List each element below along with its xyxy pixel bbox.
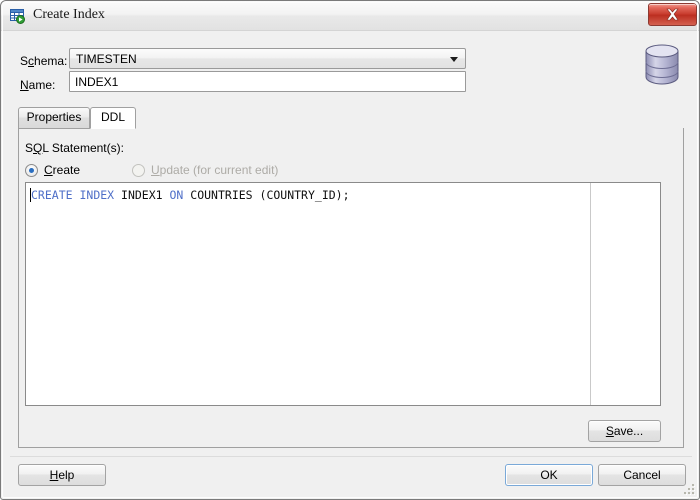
ok-button-label: OK [540, 468, 558, 482]
sql-token: INDEX1 [114, 188, 170, 202]
sql-right-margin-guide [590, 183, 591, 405]
tab-ddl[interactable]: DDL [90, 107, 136, 129]
tab-properties-label: Properties [26, 110, 82, 124]
index-table-icon [10, 8, 26, 24]
sql-text-area[interactable]: CREATE INDEX INDEX1 ON COUNTRIES (COUNTR… [25, 182, 661, 406]
close-icon [666, 8, 679, 21]
radio-create-label: Create [44, 163, 81, 177]
radio-update-indicator [132, 164, 145, 177]
sql-token: ON [169, 188, 184, 202]
save-button[interactable]: Save... [588, 420, 661, 442]
tab-strip: Properties DDL [18, 107, 684, 129]
sql-token: COUNTRIES (COUNTRY_ID); [183, 188, 350, 202]
name-label: Name: [20, 78, 56, 92]
ok-button[interactable]: OK [505, 464, 593, 486]
resize-grip-icon[interactable] [683, 483, 696, 496]
help-button[interactable]: Help [18, 464, 106, 486]
footer-separator [10, 456, 692, 457]
radio-create-indicator [25, 164, 38, 177]
sql-statements-caption: SQL Statement(s): [25, 141, 124, 155]
sql-statement-text: CREATE INDEX INDEX1 ON COUNTRIES (COUNTR… [31, 188, 350, 203]
database-cylinder-icon [642, 42, 682, 87]
cancel-button[interactable]: Cancel [598, 464, 686, 486]
cancel-button-label: Cancel [623, 468, 661, 482]
tab-properties[interactable]: Properties [18, 107, 90, 129]
index-name-input[interactable] [69, 71, 466, 92]
sql-token: INDEX [79, 188, 115, 202]
sql-token: CREATE [31, 188, 73, 202]
tab-ddl-label: DDL [100, 110, 125, 124]
chevron-down-icon [450, 57, 458, 62]
window-title: Create Index [33, 7, 105, 22]
schema-combobox-value: TIMESTEN [76, 52, 137, 66]
title-bar: Create Index [1, 1, 699, 31]
schema-combobox[interactable]: TIMESTEN [69, 48, 466, 69]
radio-update-label: Update (for current edit) [151, 163, 279, 177]
close-button[interactable] [648, 3, 697, 26]
schema-label: Schema: [20, 54, 68, 68]
create-index-dialog: Create Index Schema: TIMESTEN Name: INDE… [0, 0, 700, 500]
